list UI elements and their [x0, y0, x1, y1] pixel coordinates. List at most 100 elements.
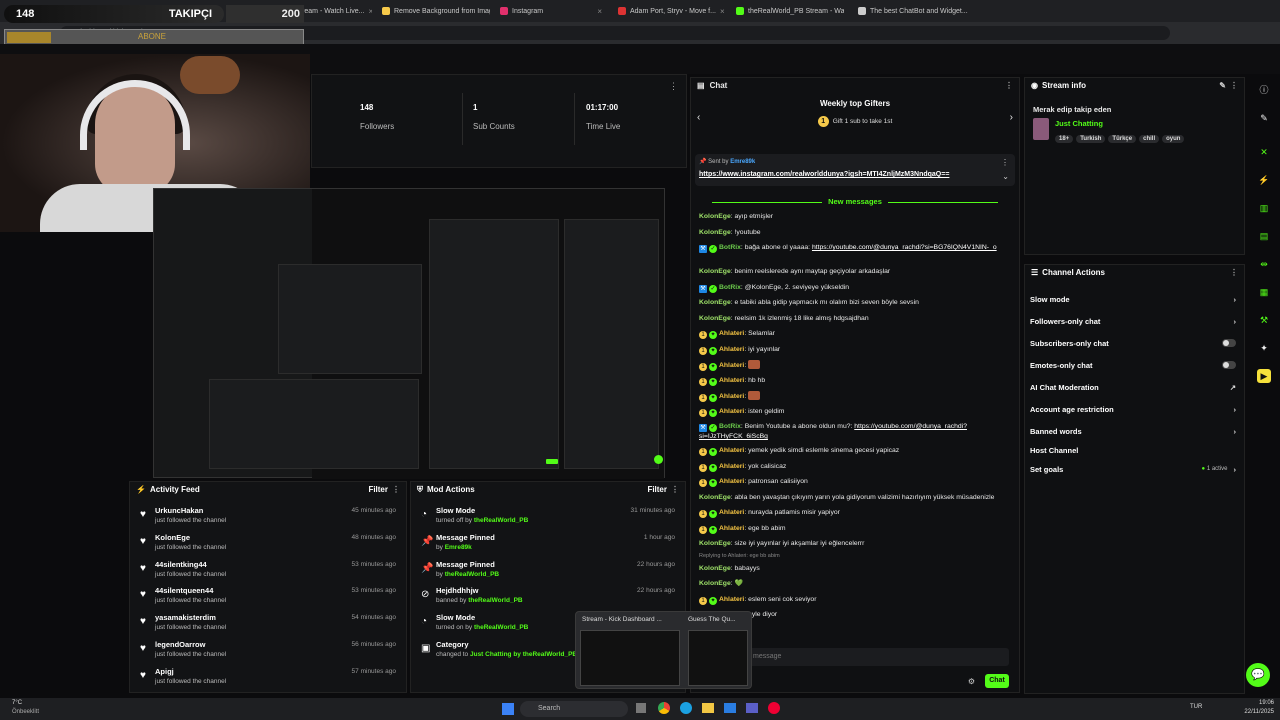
close-tab-icon[interactable]: × — [720, 7, 725, 16]
edit-icon[interactable]: ✎ — [1219, 81, 1226, 90]
filter-button[interactable]: Filter — [368, 485, 388, 494]
chat-message[interactable]: KolonEge: babayys — [699, 564, 1011, 573]
chat-username[interactable]: KolonEge — [699, 213, 731, 220]
action-user[interactable]: theRealWorld_PB — [474, 517, 528, 524]
channel-action-item[interactable]: AI Chat Moderation ↗ — [1030, 380, 1236, 394]
chat-username[interactable]: Ahlateri — [719, 596, 744, 603]
chat-username[interactable]: Ahlateri — [719, 346, 744, 353]
channel-action-item[interactable]: Slow mode › — [1030, 292, 1236, 306]
chat-username[interactable]: KolonEge — [699, 315, 731, 322]
edit-icon[interactable]: ✎ — [1257, 111, 1271, 125]
message-link[interactable]: https://youtube.com/@dunya_rachdi?si=BG7… — [812, 244, 997, 251]
chat-username[interactable]: BotRix — [719, 244, 741, 251]
chat-username[interactable]: Ahlateri — [719, 447, 744, 454]
split-icon[interactable]: ⇹ — [1257, 257, 1271, 271]
close-icon[interactable]: ✕ — [1257, 145, 1271, 159]
activity-feed-item[interactable]: ♥ Apigj just followed the channel 57 minute… — [138, 665, 400, 691]
chat-message[interactable]: 1 ✦ Ahlateri: ege bb abim — [699, 524, 1011, 534]
chat-username[interactable]: KolonEge — [699, 565, 731, 572]
chat-message[interactable]: KolonEge: ayıp etmişler — [699, 212, 1011, 221]
chat-username[interactable]: Ahlateri — [719, 408, 744, 415]
chat-username[interactable]: KolonEge — [699, 299, 731, 306]
chat-username[interactable]: Ahlateri — [719, 509, 744, 516]
folder-icon[interactable] — [702, 703, 714, 713]
chat-username[interactable]: BotRix — [719, 423, 741, 430]
chat-message[interactable]: KolonEge: e tabiki abla gidip yapmacık m… — [699, 298, 1011, 307]
follower-name[interactable]: yasamakisterdim — [155, 613, 216, 622]
follower-name[interactable]: legendOarrow — [155, 640, 205, 649]
thumb-image[interactable] — [688, 630, 748, 686]
chat-message[interactable]: KolonEge: 💚 — [699, 579, 1011, 588]
channel-action-item[interactable]: Set goals ● 1 active › — [1030, 462, 1236, 476]
chat-username[interactable]: Ahlateri — [719, 362, 744, 369]
clock-date[interactable]: 22/11/2025 — [1236, 709, 1274, 715]
edge-icon[interactable] — [680, 702, 692, 714]
chat-username[interactable]: KolonEge — [699, 580, 731, 587]
taskbar-preview-popup[interactable]: Stream - Kick Dashboard ... Guess The Qu… — [575, 611, 752, 689]
chat-username[interactable]: KolonEge — [699, 494, 731, 501]
mod-action-item[interactable]: 📌 Message Pinned by theRealWorld_PB 22 hour… — [419, 558, 679, 584]
chat-message[interactable]: ⚒ ✓ BotRix: Benim Youtube a abone oldun mu… — [699, 422, 1011, 440]
chat-username[interactable]: KolonEge — [699, 268, 731, 275]
task-view-icon[interactable] — [636, 703, 646, 713]
follower-name[interactable]: UrkuncHakan — [155, 506, 203, 515]
chat-username[interactable]: KolonEge — [699, 540, 731, 547]
action-user[interactable]: theRealWorld_PB — [445, 571, 499, 578]
follower-name[interactable]: KolonEge — [155, 533, 190, 542]
activity-feed-item[interactable]: ♥ 44silentqueen44 just followed the channe… — [138, 584, 400, 610]
chat-username[interactable]: Ahlateri — [719, 377, 744, 384]
thumb-image[interactable] — [580, 630, 680, 686]
stream-tag[interactable]: chill — [1139, 135, 1160, 143]
mail-icon[interactable] — [724, 703, 736, 713]
chat-username[interactable]: BotRix — [719, 284, 741, 291]
browser-tab[interactable]: The best ChatBot and Widget...× — [852, 3, 968, 19]
more-icon[interactable]: ⋮ — [671, 485, 679, 494]
clapper-icon[interactable]: ▶ — [1257, 369, 1271, 383]
more-icon[interactable]: ⋮ — [1001, 158, 1009, 167]
chat-message[interactable]: 1 ✦ Ahlateri: patronsan calisiiyon — [699, 477, 1011, 487]
taskbar-search[interactable]: Search — [520, 701, 628, 717]
chat-message[interactable]: ⚒ ✓ BotRix: bağa abone ol yaaaa: https://y… — [699, 243, 1011, 261]
channel-action-item[interactable]: Followers-only chat › — [1030, 314, 1236, 328]
grid-icon[interactable]: ▦ — [1257, 285, 1271, 299]
activity-feed-item[interactable]: ♥ yasamakisterdim just followed the channe… — [138, 611, 400, 637]
toggle-switch[interactable] — [1222, 361, 1236, 369]
more-icon[interactable]: ⋮ — [669, 81, 678, 92]
more-icon[interactable]: ⋮ — [1230, 81, 1238, 90]
mod-action-item[interactable]: ⊘ Hejdhdhhjw banned by theRealWorld_PB 22 h… — [419, 584, 679, 610]
chat-message[interactable]: 1 ✦ Ahlateri: eslem seni cok seviyor — [699, 595, 1011, 605]
chat-message[interactable]: ⚒ ✓ BotRix: @KolonEge, 2. seviyeye yükseld… — [699, 283, 1011, 293]
action-user[interactable]: theRealWorld_PB — [468, 597, 522, 604]
close-tab-icon[interactable]: × — [368, 7, 372, 16]
chat-message[interactable]: KolonEge: benim reelslerede aynı maytap … — [699, 267, 1011, 276]
chat-username[interactable]: Ahlateri — [719, 463, 744, 470]
category-link[interactable]: Just Chatting — [1055, 119, 1103, 128]
more-icon[interactable]: ⋮ — [1230, 268, 1238, 277]
browser-tab[interactable]: Adam Port, Stryv - Move f... × — [612, 3, 726, 19]
doc-icon[interactable]: ▥ — [1257, 201, 1271, 215]
mod-action-item[interactable]: ◔ Slow Mode turned off by theRealWorld_PB 3… — [419, 504, 679, 530]
chat-message[interactable]: KolonEge: abla ben yavaştan çıkıyım yarı… — [699, 493, 1011, 502]
chat-username[interactable]: Ahlateri — [719, 478, 744, 485]
activity-feed-item[interactable]: ♥ legendOarrow just followed the channel 56… — [138, 638, 400, 664]
channel-action-item[interactable]: Account age restriction › — [1030, 402, 1236, 416]
action-user[interactable]: Emre89k — [445, 544, 472, 551]
chat-message[interactable]: 1 ✦ Ahlateri: iyi yayınlar — [699, 345, 1011, 355]
stream-tag[interactable]: Türkçe — [1108, 135, 1137, 143]
language-indicator[interactable]: TUR — [1190, 704, 1202, 710]
clock-time[interactable]: 19:06 — [1240, 700, 1274, 706]
pinned-user[interactable]: Emre89k — [730, 159, 755, 165]
activity-feed-item[interactable]: ♥ UrkuncHakan just followed the channel 45 … — [138, 504, 400, 530]
pinned-link[interactable]: https://www.instagram.com/realworlddunya… — [699, 171, 949, 178]
chat-username[interactable]: KolonEge — [699, 229, 731, 236]
chat-message[interactable]: 1 ✦ Ahlateri: yok calisicaz — [699, 462, 1011, 472]
follower-name[interactable]: Apigj — [155, 667, 174, 676]
chat-message[interactable]: 1 ✦ Ahlateri: hb hb — [699, 376, 1011, 386]
chat-message[interactable]: KolonEge: reelsim 1k izlenmiş 18 like al… — [699, 314, 1011, 323]
windows-start-icon[interactable] — [502, 703, 514, 715]
chat-message[interactable]: KolonEge: size iyi yayınlar iyi akşamlar… — [699, 539, 1011, 548]
chat-message[interactable]: 1 ✦ Ahlateri: nurayda patlamis misir yapiy… — [699, 508, 1011, 518]
chat-username[interactable]: Ahlateri — [719, 525, 744, 532]
chat-message[interactable]: 1 ✦ Ahlateri: — [699, 360, 1011, 371]
chevron-down-icon[interactable]: ⌄ — [1002, 172, 1009, 181]
